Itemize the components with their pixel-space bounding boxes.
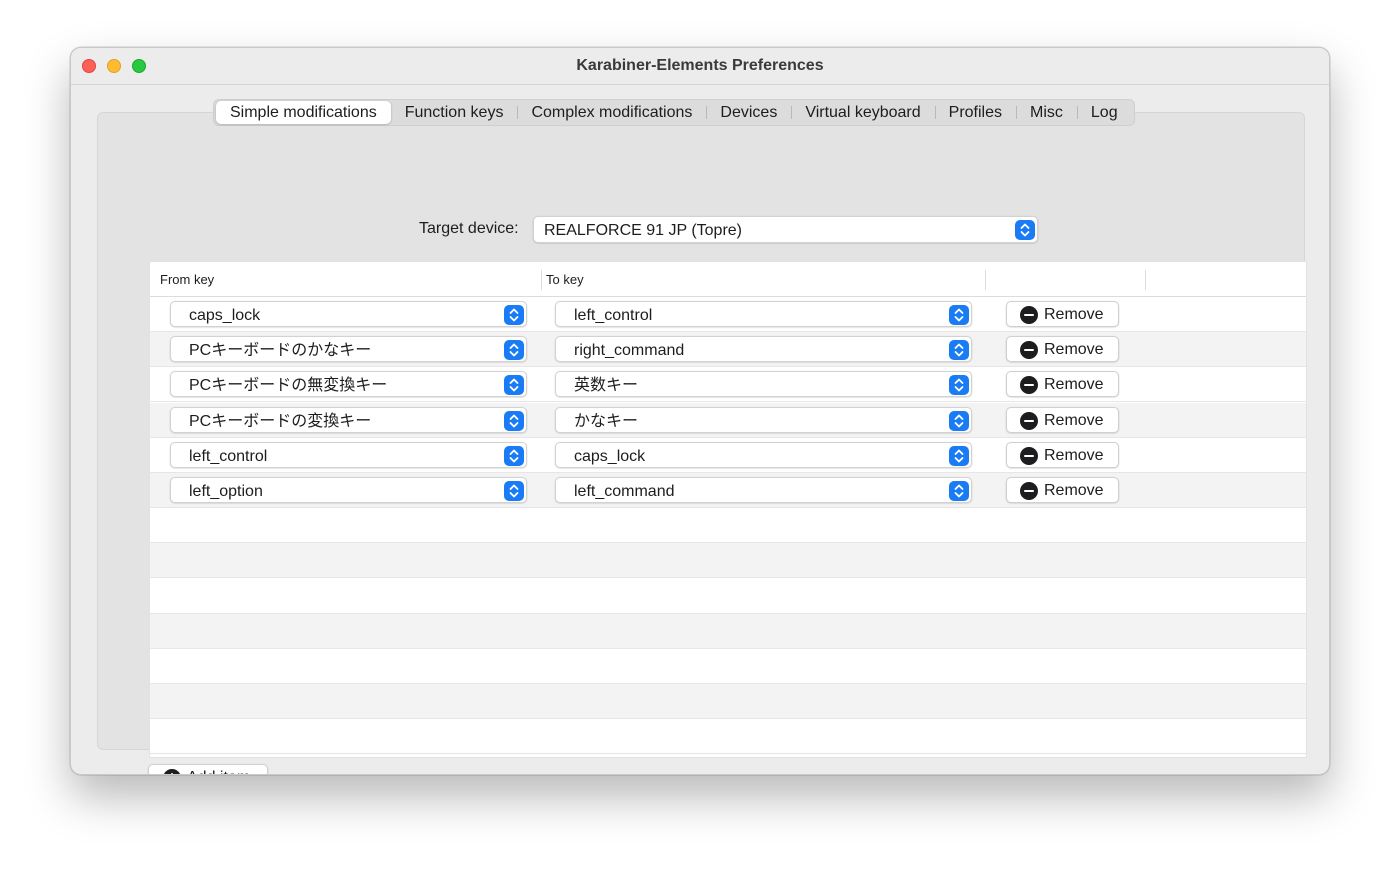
remove-button[interactable]: Remove xyxy=(1006,301,1119,327)
table-row[interactable]: left_control caps_lock Remove xyxy=(150,437,1306,473)
to-key-value: right_command xyxy=(574,342,685,360)
column-header-to-key[interactable]: To key xyxy=(546,272,584,287)
to-key-popup[interactable]: かなキー xyxy=(555,406,972,433)
table-row[interactable] xyxy=(150,649,1306,684)
up-down-chevron-icon xyxy=(949,481,969,501)
from-key-popup[interactable]: caps_lock xyxy=(170,301,527,327)
table-row[interactable]: caps_lock left_control Remove xyxy=(150,297,1306,332)
remove-button[interactable]: Remove xyxy=(1006,477,1119,503)
up-down-chevron-icon xyxy=(1015,220,1035,240)
up-down-chevron-icon xyxy=(949,375,969,396)
remove-button[interactable]: Remove xyxy=(1006,441,1119,468)
table-row[interactable] xyxy=(150,613,1306,649)
minus-circle-icon xyxy=(1020,411,1038,430)
to-key-value: かなキー xyxy=(574,412,639,430)
to-key-popup[interactable]: 英数キー xyxy=(555,371,972,398)
plus-circle-icon xyxy=(163,769,181,774)
up-down-chevron-icon xyxy=(949,340,969,361)
tab-content-box: Target device: REALFORCE 91 JP (Topre) F… xyxy=(97,112,1307,774)
up-down-chevron-icon xyxy=(504,375,524,396)
table-row[interactable]: left_option left_command Remove xyxy=(150,473,1306,508)
minus-circle-icon xyxy=(1020,482,1038,500)
remove-label: Remove xyxy=(1044,446,1104,464)
from-key-popup[interactable]: left_option xyxy=(170,477,527,503)
remove-label: Remove xyxy=(1044,482,1104,499)
table-row[interactable] xyxy=(150,684,1306,720)
to-key-popup[interactable]: left_command xyxy=(555,477,972,503)
remove-label: Remove xyxy=(1044,376,1104,394)
column-header-from-key[interactable]: From key xyxy=(160,272,214,287)
from-key-value: PCキーボードの変換キー xyxy=(189,412,372,430)
simple-modifications-table: From key To key caps_lock left_control Rem… xyxy=(149,261,1307,758)
table-row[interactable]: PCキーボードのかなキー right_command Remove xyxy=(150,332,1306,368)
tab-virtual-keyboard[interactable]: Virtual keyboard xyxy=(791,101,934,124)
remove-label: Remove xyxy=(1044,306,1104,323)
from-key-value: caps_lock xyxy=(189,307,261,324)
to-key-popup[interactable]: caps_lock xyxy=(555,441,972,468)
from-key-value: left_option xyxy=(189,483,263,500)
target-device-popup[interactable]: REALFORCE 91 JP (Topre) xyxy=(533,216,1038,243)
table-header: From key To key xyxy=(150,262,1306,297)
table-row[interactable] xyxy=(150,578,1306,614)
table-row[interactable]: PCキーボードの無変換キー 英数キー Remove xyxy=(150,367,1306,403)
column-divider xyxy=(1145,270,1146,290)
column-divider xyxy=(541,270,542,290)
up-down-chevron-icon xyxy=(504,340,524,361)
minus-circle-icon xyxy=(1020,446,1038,465)
remove-button[interactable]: Remove xyxy=(1006,406,1119,433)
to-key-value: left_command xyxy=(574,483,675,500)
from-key-value: PCキーボードのかなキー xyxy=(189,342,372,360)
table-row[interactable] xyxy=(150,719,1306,755)
from-key-popup[interactable]: left_control xyxy=(170,441,527,468)
to-key-value: caps_lock xyxy=(574,447,646,465)
table-row[interactable]: PCキーボードの変換キー かなキー Remove xyxy=(150,402,1306,438)
tab-devices[interactable]: Devices xyxy=(706,101,791,124)
to-key-popup[interactable]: right_command xyxy=(555,336,972,363)
minus-circle-icon xyxy=(1020,306,1038,324)
to-key-value: 英数キー xyxy=(574,377,639,395)
remove-button[interactable]: Remove xyxy=(1006,336,1119,363)
up-down-chevron-icon xyxy=(504,481,524,501)
up-down-chevron-icon xyxy=(504,305,524,325)
table-row[interactable] xyxy=(150,543,1306,579)
tab-complex-modifications[interactable]: Complex modifications xyxy=(517,101,706,124)
minus-circle-icon xyxy=(1020,341,1038,360)
preferences-window: Karabiner-Elements Preferences Target de… xyxy=(70,47,1330,775)
tab-misc[interactable]: Misc xyxy=(1016,101,1077,124)
add-item-button[interactable]: Add item xyxy=(148,764,268,774)
up-down-chevron-icon xyxy=(949,445,969,466)
to-key-value: left_control xyxy=(574,307,653,324)
tab-profiles[interactable]: Profiles xyxy=(934,101,1016,124)
from-key-value: PCキーボードの無変換キー xyxy=(189,377,388,395)
from-key-popup[interactable]: PCキーボードの変換キー xyxy=(170,406,527,433)
from-key-popup[interactable]: PCキーボードのかなキー xyxy=(170,336,527,363)
up-down-chevron-icon xyxy=(504,445,524,466)
remove-label: Remove xyxy=(1044,341,1104,359)
tab-simple-modifications[interactable]: Simple modifications xyxy=(216,101,391,124)
tab-bar: Simple modifications Function keys Complex… xyxy=(213,99,1135,126)
target-device-label: Target device: xyxy=(419,220,519,237)
target-device-value: REALFORCE 91 JP (Topre) xyxy=(544,222,742,239)
column-divider xyxy=(985,270,986,290)
remove-label: Remove xyxy=(1044,411,1104,429)
remove-button[interactable]: Remove xyxy=(1006,371,1119,398)
from-key-popup[interactable]: PCキーボードの無変換キー xyxy=(170,371,527,398)
add-item-label: Add item xyxy=(187,767,250,774)
up-down-chevron-icon xyxy=(504,410,524,431)
window-title: Karabiner-Elements Preferences xyxy=(576,57,824,74)
tab-log[interactable]: Log xyxy=(1076,101,1132,124)
to-key-popup[interactable]: left_control xyxy=(555,301,972,327)
minus-circle-icon xyxy=(1020,376,1038,395)
up-down-chevron-icon xyxy=(949,305,969,325)
up-down-chevron-icon xyxy=(949,410,969,431)
from-key-value: left_control xyxy=(189,447,268,465)
tab-function-keys[interactable]: Function keys xyxy=(391,101,518,124)
title-bar[interactable]: Karabiner-Elements Preferences xyxy=(71,48,1329,85)
table-row[interactable] xyxy=(150,508,1306,544)
